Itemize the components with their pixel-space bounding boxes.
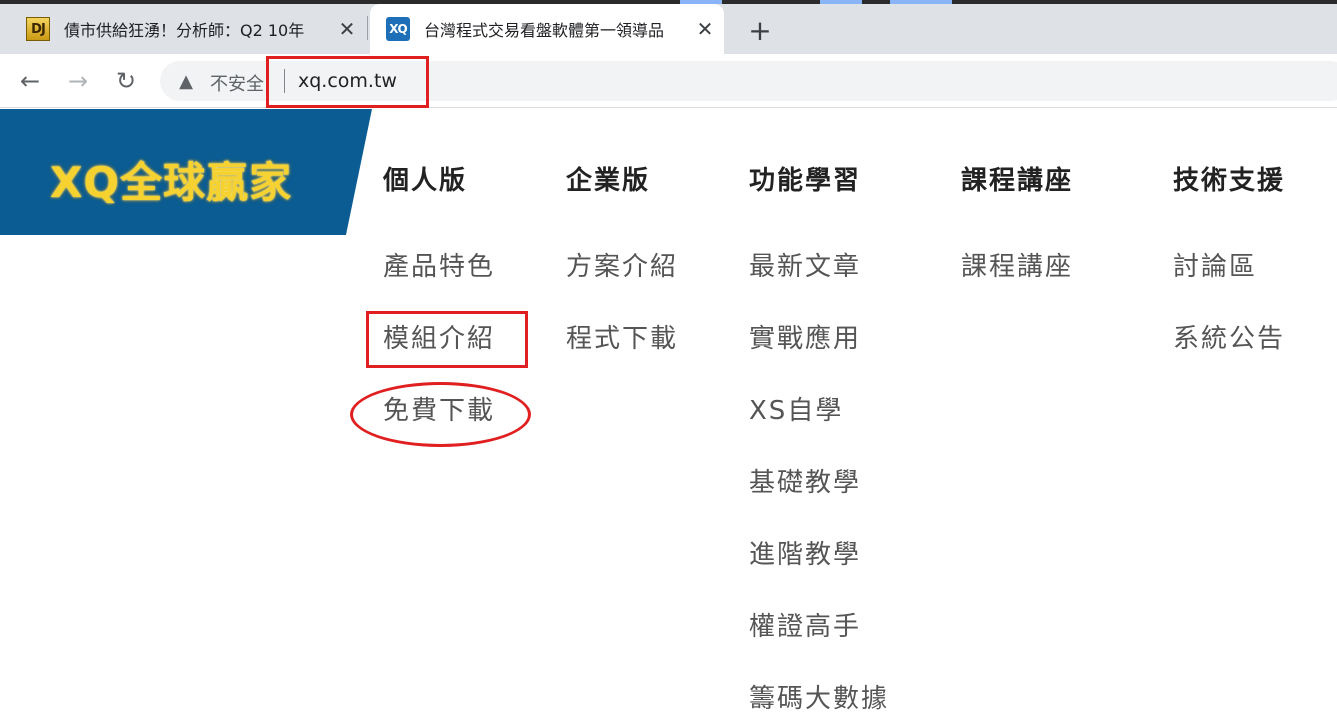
nav-column-enterprise: 企業版 方案介紹 程式下載 xyxy=(566,160,678,390)
nav-column-learning: 功能學習 最新文章 實戰應用 XS自學 基礎教學 進階教學 權證高手 籌碼大數據 xyxy=(749,160,889,720)
tab-title: 台灣程式交易看盤軟體第一領導品 xyxy=(424,21,665,40)
site-logo[interactable]: XQ全球贏家 xyxy=(0,109,372,235)
tab-dj-news[interactable]: DJ 債市供給狂湧！分析師：Q2 10年 ✕ xyxy=(0,4,366,54)
nav-heading-enterprise[interactable]: 企業版 xyxy=(566,160,678,200)
nav-item-announcements[interactable]: 系統公告 xyxy=(1173,318,1285,390)
nav-column-support: 技術支援 討論區 系統公告 xyxy=(1173,160,1285,390)
browser-toolbar: ← → ↻ ▲ 不安全 xq.com.tw xyxy=(0,54,1337,108)
nav-item-features[interactable]: 產品特色 xyxy=(383,246,495,318)
nav-item-latest-articles[interactable]: 最新文章 xyxy=(749,246,889,318)
nav-item-warrants[interactable]: 權證高手 xyxy=(749,606,889,678)
tab-xq-active[interactable]: XQ 台灣程式交易看盤軟體第一領導品 ✕ xyxy=(370,4,724,54)
nav-heading-support[interactable]: 技術支援 xyxy=(1173,160,1285,200)
url-highlight-box xyxy=(266,56,429,108)
nav-heading-courses[interactable]: 課程講座 xyxy=(961,160,1073,200)
back-arrow-icon[interactable]: ← xyxy=(14,65,46,97)
nav-heading-personal[interactable]: 個人版 xyxy=(383,160,495,200)
nav-item-forum[interactable]: 討論區 xyxy=(1173,246,1285,318)
logo-text: XQ全球贏家 xyxy=(50,158,293,207)
nav-item-courses[interactable]: 課程講座 xyxy=(961,246,1073,318)
nav-column-courses: 課程講座 課程講座 xyxy=(961,160,1073,318)
tab-title: 債市供給狂湧！分析師：Q2 10年 xyxy=(64,21,305,40)
nav-item-advanced[interactable]: 進階教學 xyxy=(749,534,889,606)
tab-strip: DJ 債市供給狂湧！分析師：Q2 10年 ✕ XQ 台灣程式交易看盤軟體第一領導… xyxy=(0,0,1337,54)
warning-triangle-icon[interactable]: ▲ xyxy=(176,71,196,92)
close-tab-icon[interactable]: ✕ xyxy=(694,17,716,41)
nav-item-basic[interactable]: 基礎教學 xyxy=(749,462,889,534)
close-tab-icon[interactable]: ✕ xyxy=(336,17,358,41)
dj-favicon-icon: DJ xyxy=(26,17,50,41)
nav-item-chip-data[interactable]: 籌碼大數據 xyxy=(749,678,889,720)
nav-item-plans[interactable]: 方案介紹 xyxy=(566,246,678,318)
nav-item-program-download[interactable]: 程式下載 xyxy=(566,318,678,390)
nav-heading-learning[interactable]: 功能學習 xyxy=(749,160,889,200)
nav-item-practical[interactable]: 實戰應用 xyxy=(749,318,889,390)
modules-highlight-box xyxy=(366,311,528,368)
security-label[interactable]: 不安全 xyxy=(210,70,264,96)
forward-arrow-icon[interactable]: → xyxy=(62,65,94,97)
reload-icon[interactable]: ↻ xyxy=(110,65,142,97)
download-highlight-ellipse xyxy=(350,382,531,447)
xq-favicon-icon: XQ xyxy=(386,17,410,41)
new-tab-button[interactable]: + xyxy=(744,14,776,47)
nav-item-xs-self-study[interactable]: XS自學 xyxy=(749,390,889,462)
tab-separator xyxy=(367,16,368,40)
